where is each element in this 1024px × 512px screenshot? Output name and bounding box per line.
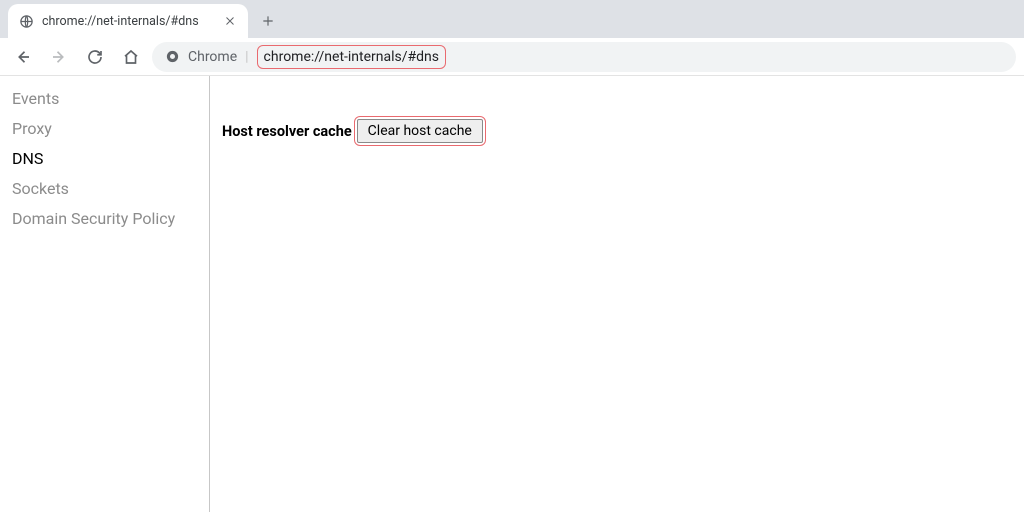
host-resolver-row: Host resolver cache Clear host cache xyxy=(222,116,1012,146)
chrome-icon xyxy=(164,49,180,65)
page-body: Events Proxy DNS Sockets Domain Security… xyxy=(0,76,1024,512)
new-tab-button[interactable] xyxy=(254,7,282,35)
sidebar-item-label: Events xyxy=(12,89,59,108)
sidebar: Events Proxy DNS Sockets Domain Security… xyxy=(0,76,210,512)
sidebar-item-label: Proxy xyxy=(12,119,52,138)
main-content: Host resolver cache Clear host cache xyxy=(210,76,1024,512)
globe-icon xyxy=(18,13,34,29)
sidebar-item-label: Sockets xyxy=(12,179,69,198)
separator: | xyxy=(245,49,248,65)
sidebar-item-events[interactable]: Events xyxy=(0,84,209,114)
tab-title: chrome://net-internals/#dns xyxy=(42,14,214,29)
sidebar-item-proxy[interactable]: Proxy xyxy=(0,114,209,144)
sidebar-item-dns[interactable]: DNS xyxy=(0,144,209,174)
host-resolver-label: Host resolver cache xyxy=(222,123,352,140)
home-button[interactable] xyxy=(116,42,146,72)
site-label: Chrome xyxy=(188,49,237,65)
url-text: chrome://net-internals/#dns xyxy=(264,49,439,65)
sidebar-item-domain-security-policy[interactable]: Domain Security Policy xyxy=(0,204,209,234)
browser-tab[interactable]: chrome://net-internals/#dns xyxy=(8,4,248,38)
back-button[interactable] xyxy=(8,42,38,72)
sidebar-item-sockets[interactable]: Sockets xyxy=(0,174,209,204)
sidebar-item-label: DNS xyxy=(12,149,43,168)
reload-button[interactable] xyxy=(80,42,110,72)
close-tab-icon[interactable] xyxy=(222,13,238,29)
forward-button[interactable] xyxy=(44,42,74,72)
toolbar: Chrome | chrome://net-internals/#dns xyxy=(0,38,1024,76)
address-bar[interactable]: Chrome | chrome://net-internals/#dns xyxy=(152,42,1016,72)
clear-host-cache-button[interactable]: Clear host cache xyxy=(357,119,483,143)
tab-strip: chrome://net-internals/#dns xyxy=(0,0,1024,38)
sidebar-item-label: Domain Security Policy xyxy=(12,209,175,228)
button-highlight: Clear host cache xyxy=(354,116,486,146)
url-highlight: chrome://net-internals/#dns xyxy=(257,45,446,69)
